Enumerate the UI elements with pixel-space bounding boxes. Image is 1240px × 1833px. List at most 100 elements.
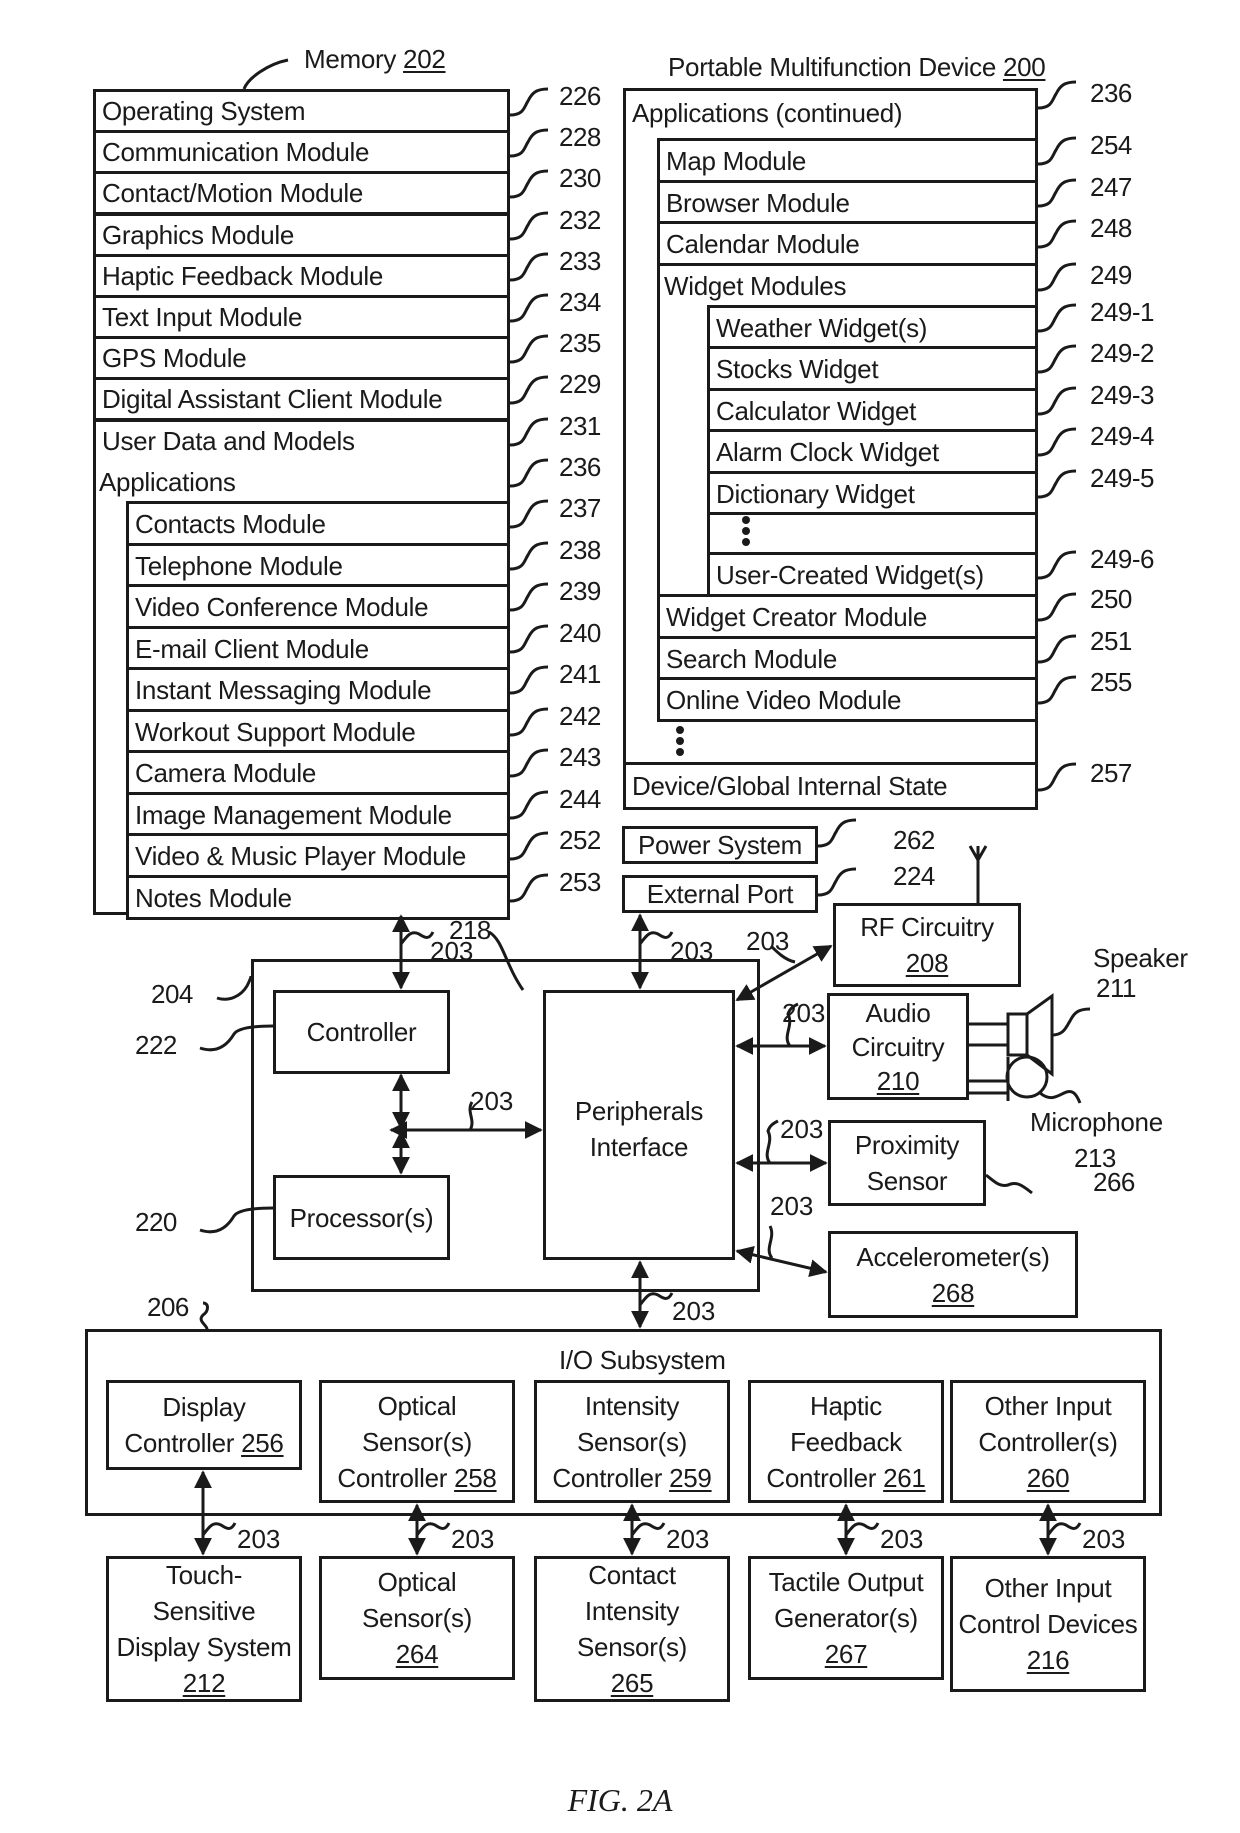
speaker-ref: 211: [1096, 973, 1136, 1003]
io-controller-word: Controller: [766, 1462, 877, 1493]
device-line: Intensity: [584, 1596, 680, 1626]
bus-ref: 203: [666, 1524, 709, 1554]
speaker-label: Speaker: [1093, 943, 1188, 973]
module-ref: 232: [559, 205, 601, 235]
module-label: Video Conference Module: [135, 591, 429, 622]
module-label: Digital Assistant Client Module: [102, 384, 443, 414]
io-controller-word: Controller: [552, 1462, 663, 1493]
device-title: Portable Multifunction Device 200: [668, 52, 1046, 82]
module-ref: 244: [559, 784, 601, 814]
rf-circuitry-ref: 208: [905, 948, 949, 978]
leader-line: [817, 818, 857, 848]
memory-title-text: Memory: [304, 44, 397, 74]
module-label: Camera Module: [135, 757, 317, 788]
module-label: User Data and Models: [102, 426, 355, 456]
application-module-row: Workout Support Module: [126, 709, 510, 754]
module-label: Telephone Module: [135, 550, 343, 581]
module-ref: 253: [559, 867, 601, 897]
leader-line: [985, 1173, 1033, 1195]
leader-line: [1037, 762, 1077, 792]
module-ref: 238: [559, 535, 601, 565]
bus-ref: 203: [451, 1524, 494, 1554]
leader-line: [509, 665, 549, 695]
module-label: Haptic Feedback Module: [102, 261, 383, 291]
widget-ref: 249-6: [1090, 544, 1155, 574]
leader-line: [509, 499, 549, 529]
module-ref: 240: [559, 618, 601, 648]
module-label: Online Video Module: [666, 684, 902, 715]
module-label: Text Input Module: [102, 302, 303, 332]
power-system-ref: 262: [893, 825, 935, 855]
peripherals-ref: 218: [449, 915, 491, 945]
io-controller-last-line: 260: [1027, 1460, 1070, 1496]
bus-squiggle: [638, 931, 674, 945]
internal-state-ref: 257: [1090, 758, 1132, 788]
module-label: Map Module: [666, 145, 807, 176]
leader-line: [509, 624, 549, 654]
io-controller-box: Optical Sensor(s) Controller 258: [319, 1380, 515, 1503]
leader-line: [1037, 427, 1077, 457]
io-controller-line: Intensity: [584, 1390, 680, 1421]
leader-line: [1037, 386, 1077, 416]
microphone-icon: [1005, 1055, 1049, 1099]
controller-ref: 222: [135, 1030, 177, 1060]
io-controller-last-line: Controller 258: [337, 1460, 496, 1496]
widget-ref: 249-2: [1090, 338, 1155, 368]
audio-circuitry-line1: Audio: [865, 997, 931, 1028]
module-ref: 230: [559, 163, 601, 193]
peripheral-device-box: Touch- Sensitive Display System 212: [106, 1556, 302, 1702]
application-module-row: Video & Music Player Module: [126, 833, 510, 878]
application-module-row: Widget Creator Module: [657, 594, 1038, 639]
leader-line: [1039, 1089, 1082, 1104]
io-controller-last-line: Controller 261: [766, 1460, 925, 1496]
audio-circuitry-ref: 210: [876, 1065, 920, 1096]
leader-line: [509, 873, 549, 903]
io-controller-last-line: Controller 256: [124, 1425, 283, 1461]
io-subsystem-ref: 206: [147, 1292, 189, 1322]
widget-row: Calculator Widget: [707, 388, 1038, 433]
device-line: Other Input: [984, 1573, 1112, 1603]
leader-line: [509, 582, 549, 612]
widget-label: Weather Widget(s): [716, 312, 928, 343]
proximity-sensor-line2: Sensor: [866, 1166, 948, 1196]
memory-module-row: Haptic Feedback Module: [93, 254, 510, 298]
module-ref: 254: [1090, 130, 1132, 160]
module-label: Contact/Motion Module: [102, 178, 364, 208]
io-controller-box: Display Controller 256: [106, 1380, 302, 1470]
internal-state-label: Device/Global Internal State: [632, 771, 948, 801]
module-ref: 226: [559, 81, 601, 111]
module-ref: 242: [559, 701, 601, 731]
io-subsystem-label: I/O Subsystem: [559, 1345, 726, 1375]
memory-module-row: Contact/Motion Module: [93, 171, 510, 215]
rf-circuitry-box: RF Circuitry 208: [833, 903, 1021, 987]
io-controller-ref: 259: [669, 1462, 712, 1493]
module-ref: 248: [1090, 213, 1132, 243]
io-controller-last-line: Controller 259: [552, 1460, 711, 1496]
module-ref: 235: [559, 328, 601, 358]
bus-squiggle: [1046, 1522, 1082, 1536]
controller-box: Controller: [273, 990, 450, 1074]
application-module-row: Camera Module: [126, 750, 510, 795]
module-ref: 237: [559, 493, 601, 523]
application-module-row: Search Module: [657, 636, 1038, 681]
widget-ref: 249-4: [1090, 421, 1155, 451]
external-port-box: External Port: [622, 875, 818, 913]
bus-squiggle: [201, 1522, 237, 1536]
microphone-wire: [969, 1057, 1010, 1101]
device-line: Control Devices: [958, 1609, 1138, 1639]
module-label: Communication Module: [102, 137, 370, 167]
bus-squiggle: [399, 931, 435, 945]
io-controller-line: Other Input: [984, 1390, 1112, 1421]
io-controller-ref: 258: [454, 1462, 497, 1493]
memory-module-row: Operating System: [93, 89, 510, 133]
device-ref: 265: [610, 1668, 654, 1698]
module-ref: 255: [1090, 667, 1132, 697]
io-controller-word: Controller: [337, 1462, 448, 1493]
bus-squiggle: [844, 1522, 880, 1536]
io-controller-box: Haptic Feedback Controller 261: [748, 1380, 944, 1503]
application-module-row: Map Module: [657, 138, 1038, 183]
device-ref: 200: [1002, 52, 1046, 82]
leader-line: [1037, 344, 1077, 374]
peripheral-device-box: Tactile Output Generator(s) 267: [748, 1556, 944, 1680]
memory-module-row: Text Input Module: [93, 295, 510, 339]
